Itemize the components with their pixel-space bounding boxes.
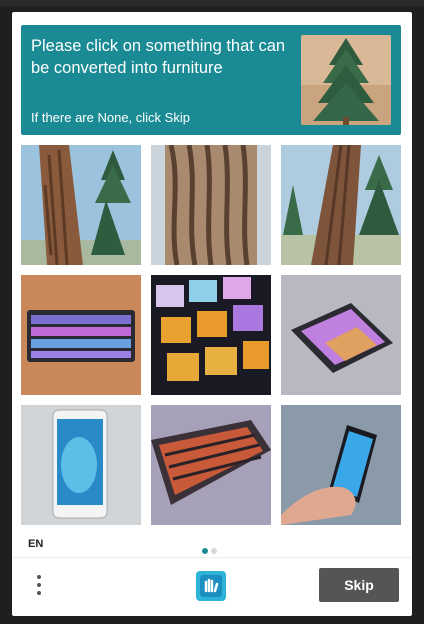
tile-1-tree-trunk[interactable]: [21, 145, 141, 265]
menu-icon[interactable]: [32, 572, 46, 600]
footer-divider: [12, 557, 412, 558]
tile-7-smartphone[interactable]: [21, 405, 141, 525]
challenge-header: Please click on something that can be co…: [21, 25, 401, 135]
skip-button[interactable]: Skip: [319, 568, 399, 602]
language-selector[interactable]: EN: [28, 538, 43, 550]
page-dot-active: [202, 548, 208, 554]
reference-image: [301, 35, 391, 125]
top-bar: [0, 0, 424, 6]
tile-9-hand-with-phone[interactable]: [281, 405, 401, 525]
tile-3-tree-trunk[interactable]: [281, 145, 401, 265]
tile-6-smartphone[interactable]: [281, 275, 401, 395]
tile-4-keyboard[interactable]: [21, 275, 141, 395]
tile-5-keyboard-closeup[interactable]: [151, 275, 271, 395]
challenge-subprompt: If there are None, click Skip: [31, 110, 190, 125]
challenge-prompt: Please click on something that can be co…: [31, 37, 286, 77]
tile-8-keyboard[interactable]: [151, 405, 271, 525]
image-grid: [21, 145, 401, 525]
tile-2-tree-bark[interactable]: [151, 145, 271, 265]
page-dot-inactive: [211, 548, 217, 554]
hcaptcha-logo-icon[interactable]: [194, 569, 228, 603]
captcha-panel: Please click on something that can be co…: [12, 12, 412, 616]
